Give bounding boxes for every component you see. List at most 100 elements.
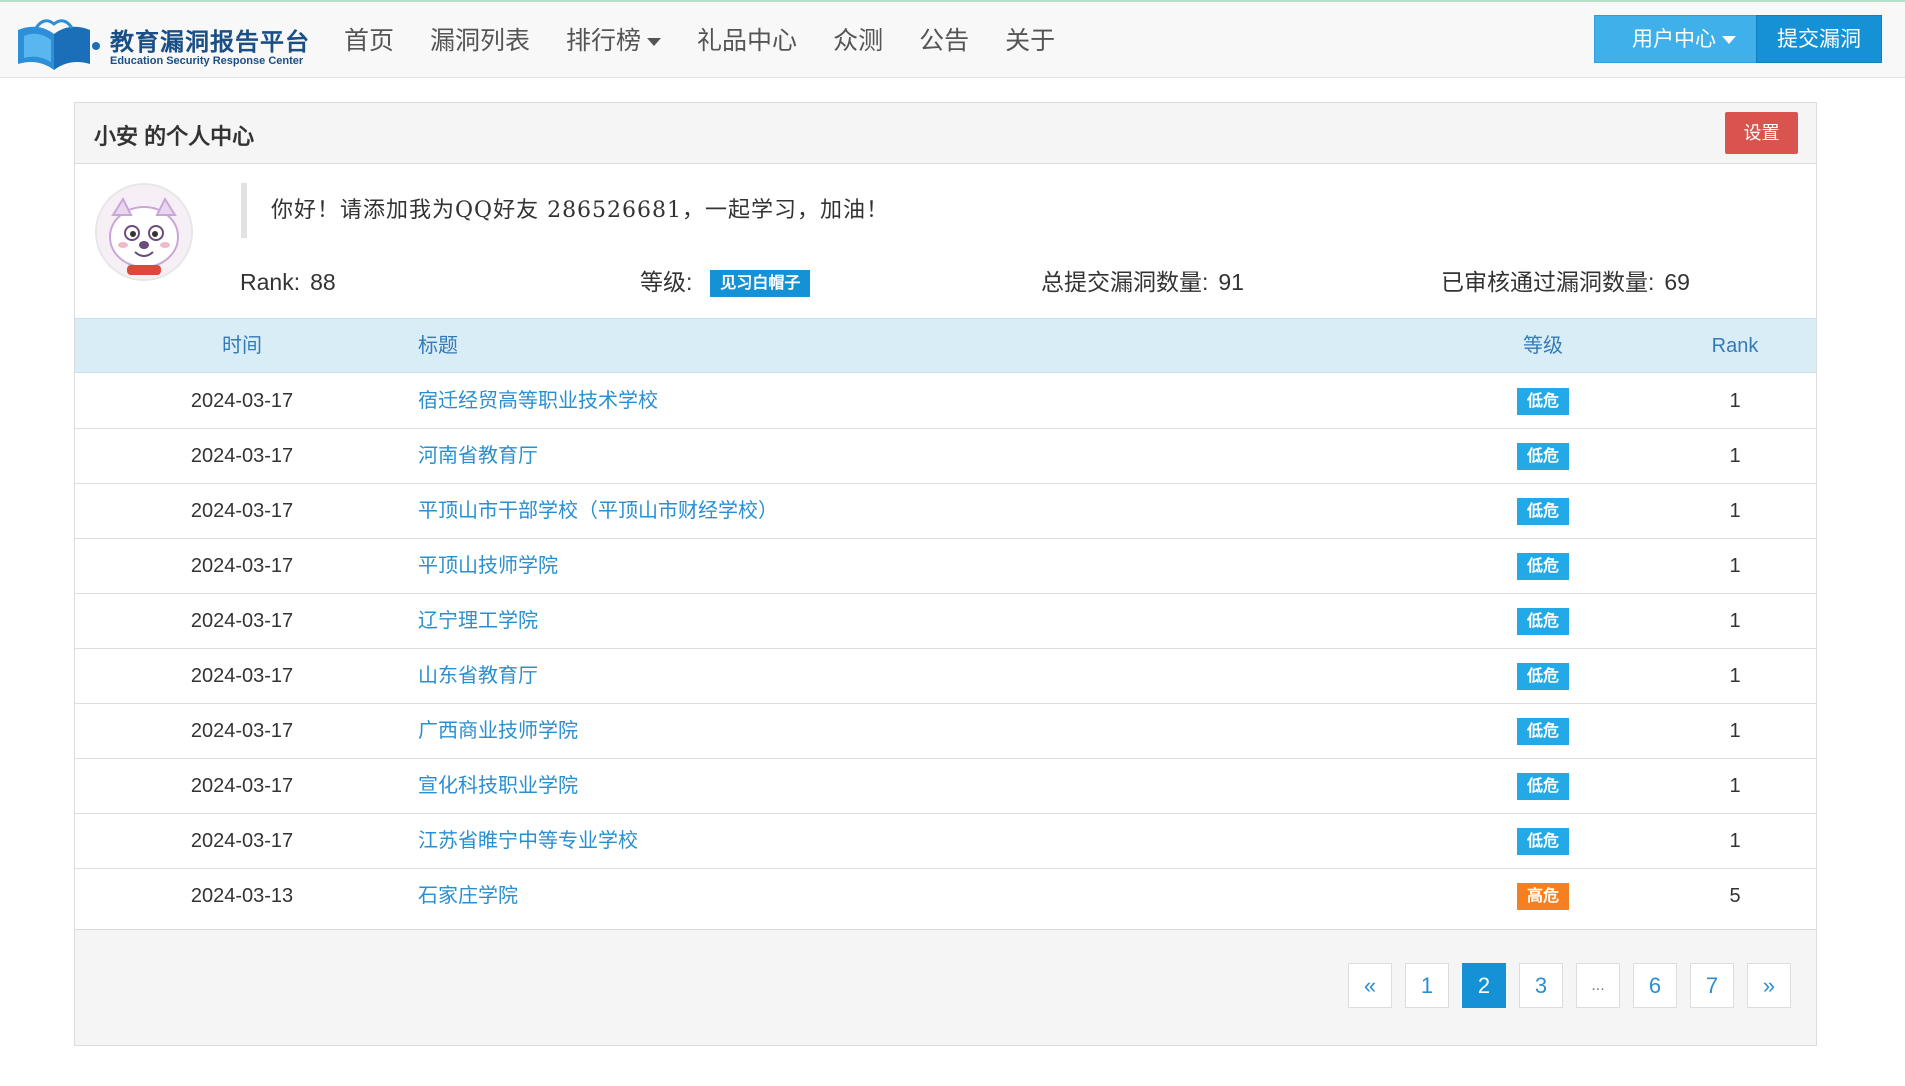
severity-badge: 低危 [1516,553,1569,581]
row-title-link[interactable]: 山东省教育厅 [418,649,538,704]
row-title-link[interactable]: 宿迁经贸高等职业技术学校 [418,374,658,429]
row-rank: 1 [1729,775,1741,797]
table-row: 2024-03-17 江苏省睢宁中等专业学校 低危 1 [75,814,1816,869]
row-title-link[interactable]: 江苏省睢宁中等专业学校 [418,814,638,869]
severity-badge: 低危 [1516,828,1569,856]
nav-crowdtest[interactable]: 众测 [815,2,901,80]
panel-footer: « 1 2 3 ... 6 7 » [75,929,1816,1045]
row-date: 2024-03-17 [190,555,294,577]
severity-badge: 低危 [1516,388,1569,416]
pagination-prev[interactable]: « [1348,963,1392,1008]
severity-badge: 低危 [1516,608,1569,636]
row-date: 2024-03-17 [190,500,294,522]
stat-level: 等级: 见习白帽子 [640,265,811,299]
severity-badge: 低危 [1516,498,1569,526]
row-title-link[interactable]: 平顶山技师学院 [418,539,558,594]
row-level: 低危 [1513,539,1573,594]
nav-vuln-list[interactable]: 漏洞列表 [412,2,548,80]
nav-home[interactable]: 首页 [326,2,412,80]
table-row: 2024-03-17 辽宁理工学院 低危 1 [75,594,1816,649]
row-level: 低危 [1513,374,1573,429]
nav-notice[interactable]: 公告 [901,2,987,80]
row-title-link[interactable]: 石家庄学院 [418,869,518,924]
row-date: 2024-03-17 [190,830,294,852]
row-level: 高危 [1513,869,1573,924]
row-title-link[interactable]: 辽宁理工学院 [418,594,538,649]
user-center-dropdown-button[interactable]: 用户中心 [1594,15,1774,63]
column-header-rank: Rank [1711,335,1759,357]
table-row: 2024-03-17 广西商业技师学院 低危 1 [75,704,1816,759]
column-header-time: 时间 [222,335,262,357]
row-rank: 1 [1729,610,1741,632]
submit-vuln-button[interactable]: 提交漏洞 [1756,15,1882,63]
user-center-label: 用户中心 [1632,28,1716,51]
severity-badge: 低危 [1516,718,1569,746]
row-date: 2024-03-17 [190,775,294,797]
table-row: 2024-03-17 平顶山市干部学校（平顶山市财经学校） 低危 1 [75,484,1816,539]
brand-title: 教育漏洞报告平台 [110,29,310,56]
row-rank: 1 [1729,720,1741,742]
row-level: 低危 [1513,594,1573,649]
column-header-title: 标题 [418,335,458,357]
pagination-page-2-current[interactable]: 2 [1462,963,1506,1008]
table-row: 2024-03-17 河南省教育厅 低危 1 [75,429,1816,484]
main-nav: 首页 漏洞列表 排行榜 礼品中心 众测 公告 关于 [326,2,1073,80]
row-level: 低危 [1513,649,1573,704]
nav-about[interactable]: 关于 [987,2,1073,80]
column-header-level: 等级 [1523,335,1563,357]
nav-ranking-dropdown[interactable]: 排行榜 [548,2,679,80]
row-date: 2024-03-17 [190,445,294,467]
avatar [95,183,193,281]
row-level: 低危 [1513,759,1573,814]
stat-approved-value: 69 [1664,269,1690,295]
severity-badge: 低危 [1516,663,1569,691]
table-header: 时间 标题 等级 Rank [75,318,1816,373]
row-rank: 1 [1729,830,1741,852]
row-rank: 1 [1729,555,1741,577]
cartoon-avatar-icon [97,185,191,279]
nav-ranking-label: 排行榜 [566,27,642,55]
row-level: 低危 [1513,429,1573,484]
row-rank: 1 [1729,390,1741,412]
pagination-page-7[interactable]: 7 [1690,963,1734,1008]
row-date: 2024-03-17 [190,665,294,687]
severity-badge: 低危 [1516,443,1569,471]
stat-total-label: 总提交漏洞数量: [1041,269,1209,295]
row-rank: 1 [1729,665,1741,687]
nav-gifts[interactable]: 礼品中心 [679,2,815,80]
pagination-ellipsis: ... [1576,963,1620,1008]
stat-rank-label: Rank: [240,269,301,295]
table-row: 2024-03-17 山东省教育厅 低危 1 [75,649,1816,704]
book-logo-icon [18,19,100,70]
row-level: 低危 [1513,814,1573,869]
pagination-page-6[interactable]: 6 [1633,963,1677,1008]
top-navbar: 教育漏洞报告平台 Education Security Response Cen… [0,0,1905,78]
brand-subtitle: Education Security Response Center [110,55,304,67]
brand-logo-link[interactable]: 教育漏洞报告平台 Education Security Response Cen… [14,12,314,74]
row-title-link[interactable]: 平顶山市干部学校（平顶山市财经学校） [418,484,778,539]
severity-badge: 高危 [1516,883,1569,911]
stat-rank: Rank: 88 [240,265,336,299]
severity-badge: 低危 [1516,773,1569,801]
panel-header: 小安 的个人中心 设置 [75,103,1816,164]
caret-down-icon [647,38,662,47]
row-title-link[interactable]: 广西商业技师学院 [418,704,578,759]
page-title: 小安 的个人中心 [94,124,255,149]
level-badge: 见习白帽子 [710,270,811,298]
stat-approved: 已审核通过漏洞数量: 69 [1441,265,1690,299]
settings-button[interactable]: 设置 [1725,112,1798,154]
table-row: 2024-03-17 平顶山技师学院 低危 1 [75,539,1816,594]
row-level: 低危 [1513,704,1573,759]
row-title-link[interactable]: 宣化科技职业学院 [418,759,578,814]
stat-approved-label: 已审核通过漏洞数量: [1441,269,1655,295]
table-row: 2024-03-13 石家庄学院 高危 5 [75,869,1816,924]
stat-total-submitted: 总提交漏洞数量: 91 [1041,265,1244,299]
pagination-page-1[interactable]: 1 [1405,963,1449,1008]
pagination-page-3[interactable]: 3 [1519,963,1563,1008]
row-rank: 1 [1729,500,1741,522]
row-date: 2024-03-17 [190,390,294,412]
stat-rank-value: 88 [310,269,336,295]
pagination: « 1 2 3 ... 6 7 » [1348,963,1804,1008]
row-title-link[interactable]: 河南省教育厅 [418,429,538,484]
pagination-next[interactable]: » [1747,963,1791,1008]
